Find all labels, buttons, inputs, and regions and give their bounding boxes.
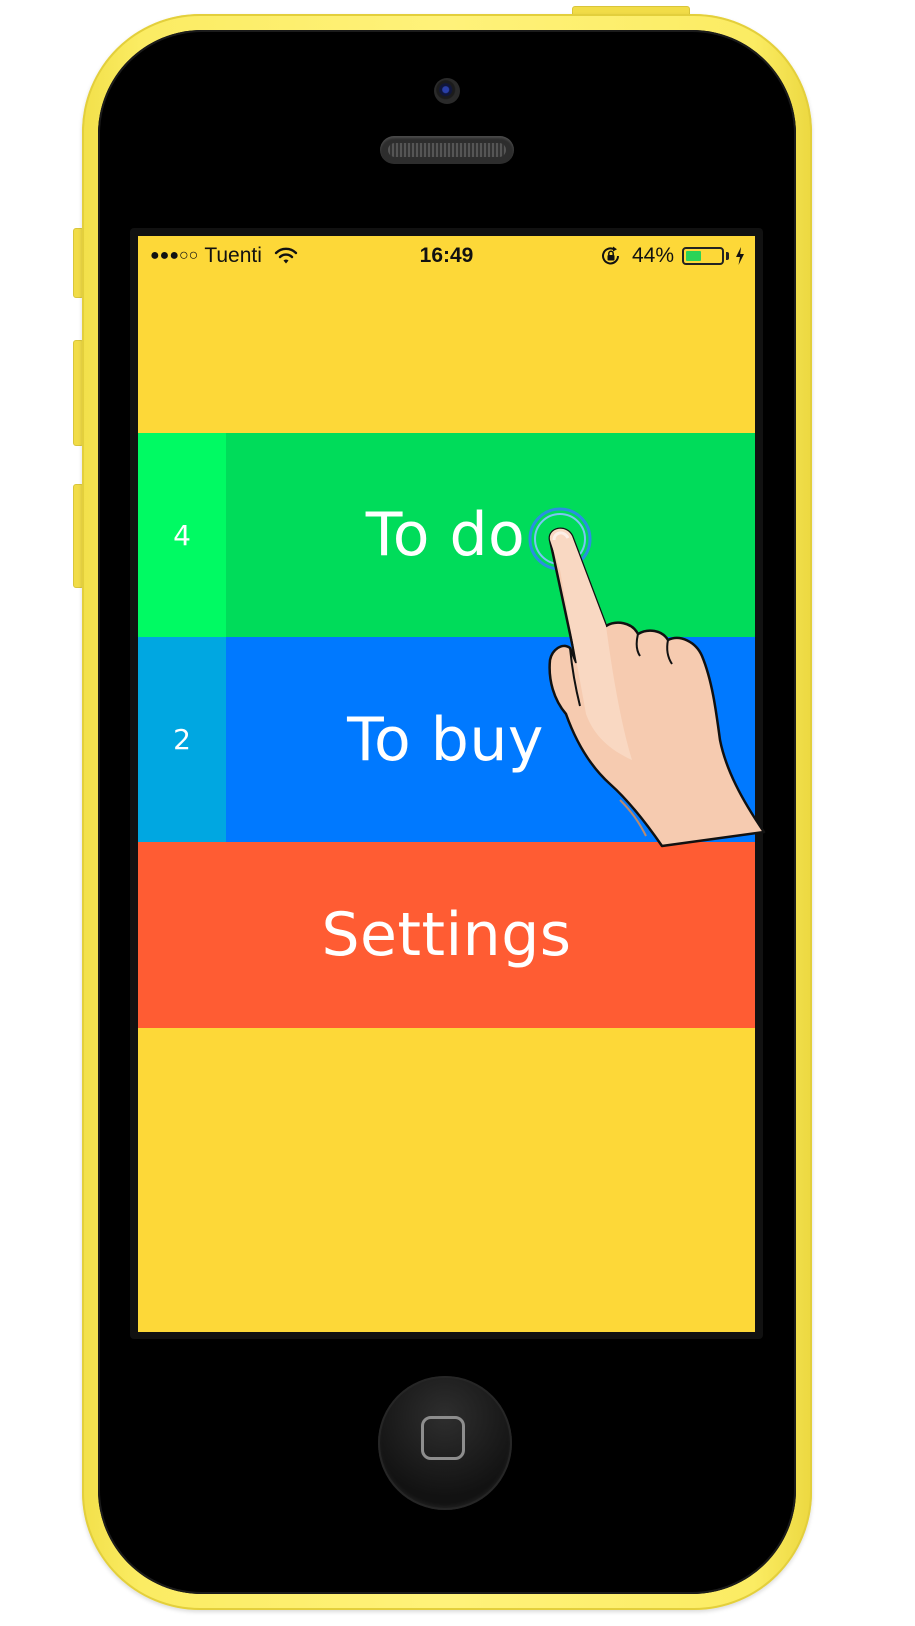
charging-bolt-icon [736, 247, 744, 265]
battery-icon [682, 247, 724, 265]
to-buy-count: 2 [138, 637, 226, 842]
menu-item-to-buy[interactable]: 2 To buy [138, 637, 755, 842]
to-buy-label: To buy [347, 704, 544, 775]
battery-percentage: 44% [631, 244, 674, 267]
menu-item-settings[interactable]: Settings [138, 842, 755, 1028]
rotation-lock-icon [601, 246, 619, 265]
scene: ●●●○○ Tuenti 16:49 44% 4 To do 2 To buy … [0, 0, 915, 1626]
status-right-group: 44% [600, 244, 745, 268]
settings-label: Settings [321, 900, 572, 970]
speaker-grille [388, 143, 506, 157]
app-display: ●●●○○ Tuenti 16:49 44% 4 To do 2 To buy … [138, 236, 755, 1332]
status-bar: ●●●○○ Tuenti 16:49 44% [138, 236, 755, 276]
menu-item-to-do[interactable]: 4 To do [138, 433, 755, 637]
home-square-icon [421, 1416, 465, 1460]
to-do-label: To do [365, 500, 526, 570]
battery-nub [726, 252, 729, 260]
to-do-count: 4 [138, 433, 226, 637]
front-camera-icon [434, 78, 460, 104]
earpiece-speaker [380, 136, 514, 164]
battery-fill [686, 251, 701, 261]
home-button[interactable] [378, 1376, 512, 1510]
